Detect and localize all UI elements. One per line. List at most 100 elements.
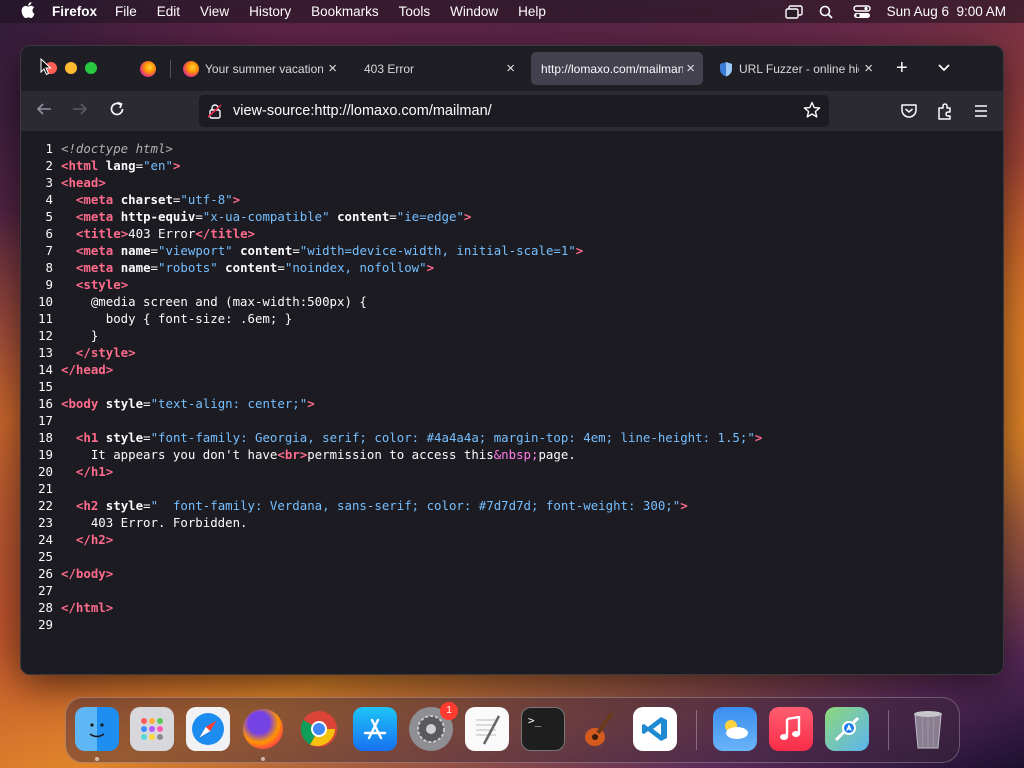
firefox-icon[interactable] <box>241 707 285 751</box>
source-line: 4 <meta charset="utf-8"> <box>21 191 1003 208</box>
app-store-icon[interactable] <box>353 707 397 751</box>
line-number: 2 <box>45 158 53 173</box>
reload-icon[interactable] <box>106 100 128 122</box>
launchpad-icon[interactable] <box>130 707 174 751</box>
line-number: 1 <box>45 141 53 156</box>
source-line: 11 body { font-size: .6em; } <box>21 310 1003 327</box>
garageband-icon[interactable] <box>577 707 621 751</box>
menu-view[interactable]: View <box>200 4 229 19</box>
bookmark-star-icon[interactable] <box>803 101 821 119</box>
pocket-icon[interactable] <box>899 101 919 121</box>
menu-tools[interactable]: Tools <box>399 4 431 19</box>
menu-history[interactable]: History <box>249 4 291 19</box>
dock-divider <box>696 710 697 750</box>
shield-favicon-icon <box>720 61 732 76</box>
line-number: 5 <box>45 209 53 224</box>
source-line: 8 <meta name="robots" content="noindex, … <box>21 259 1003 276</box>
source-code: </body> <box>61 566 114 581</box>
source-code: <title>403 Error</title> <box>75 226 256 241</box>
source-line: 12 } <box>21 327 1003 344</box>
pinned-tab-firefox-icon[interactable] <box>140 61 156 77</box>
spotlight-search-icon[interactable] <box>819 5 837 19</box>
menubar-clock[interactable]: Sun Aug 6 9:00 AM <box>887 4 1006 19</box>
control-center-icon[interactable] <box>852 4 871 19</box>
tab-bar: Your summer vacation × 403 Error × http:… <box>21 46 1003 91</box>
address-bar[interactable]: view-source:http://lomaxo.com/mailman/ <box>199 95 829 127</box>
source-line: 21 <box>21 480 1003 497</box>
source-code: </h1> <box>75 464 114 479</box>
tab-summer-vacation[interactable]: Your summer vacation × <box>173 52 345 85</box>
music-icon[interactable] <box>769 707 813 751</box>
finder-icon[interactable] <box>75 707 119 751</box>
line-number: 13 <box>38 345 53 360</box>
line-number: 6 <box>45 226 53 241</box>
menu-bookmarks[interactable]: Bookmarks <box>311 4 379 19</box>
connection-info-icon[interactable] <box>207 103 223 119</box>
trash-icon[interactable] <box>906 707 950 751</box>
source-code: <html lang="en"> <box>61 158 181 173</box>
list-all-tabs-chevron-icon[interactable] <box>937 60 951 76</box>
chrome-icon[interactable] <box>297 707 341 751</box>
system-settings-icon[interactable]: 1 <box>409 702 458 751</box>
tab-view-source-active[interactable]: http://lomaxo.com/mailman/ × <box>531 52 703 85</box>
app-name-menu[interactable]: Firefox <box>52 4 97 19</box>
source-code: <meta name="robots" content="noindex, no… <box>75 260 435 275</box>
line-number: 26 <box>38 566 53 581</box>
view-source-content: 1 <!doctype html> 2 <html lang="en"> 3 <hea… <box>21 132 1003 674</box>
line-number: 8 <box>45 260 53 275</box>
source-line: 24 </h2> <box>21 531 1003 548</box>
back-arrow-icon[interactable] <box>33 100 55 122</box>
weather-icon[interactable] <box>713 707 757 751</box>
line-number: 18 <box>38 430 53 445</box>
line-number: 17 <box>38 413 53 428</box>
source-code: It appears you don't have<br>permission … <box>61 447 576 462</box>
tab-close-icon[interactable]: × <box>686 60 695 77</box>
tab-close-icon[interactable]: × <box>506 60 515 77</box>
menu-bar: Firefox File Edit View History Bookmarks… <box>0 0 1024 23</box>
terminal-icon[interactable]: >_ <box>521 707 565 751</box>
source-line: 14 </head> <box>21 361 1003 378</box>
forward-arrow-icon[interactable] <box>69 100 91 122</box>
menu-window[interactable]: Window <box>450 4 498 19</box>
tab-separator <box>170 60 171 78</box>
navigation-toolbar: view-source:http://lomaxo.com/mailman/ <box>21 91 1003 131</box>
window-minimize-button[interactable] <box>65 62 77 74</box>
firefox-favicon-icon <box>183 60 199 77</box>
line-number: 7 <box>45 243 53 258</box>
tab-close-icon[interactable]: × <box>864 60 873 77</box>
notification-badge: 1 <box>440 702 458 720</box>
vscode-icon[interactable] <box>633 707 677 751</box>
source-line: 5 <meta http-equiv="x-ua-compatible" con… <box>21 208 1003 225</box>
safari-icon[interactable] <box>186 707 230 751</box>
line-number: 24 <box>38 532 53 547</box>
tab-label: Your summer vacation <box>205 61 323 76</box>
menu-edit[interactable]: Edit <box>157 4 180 19</box>
tab-403-error[interactable]: 403 Error × <box>351 52 523 85</box>
textedit-icon[interactable] <box>465 707 509 751</box>
source-code: <!doctype html> <box>61 141 173 156</box>
apple-menu-icon[interactable] <box>18 1 38 22</box>
dock: 1 >_ <box>65 697 960 763</box>
source-code: </style> <box>75 345 136 360</box>
line-number: 14 <box>38 362 53 377</box>
maps-icon[interactable] <box>825 707 869 751</box>
line-number: 4 <box>45 192 53 207</box>
screen-mirroring-icon[interactable] <box>784 4 803 19</box>
tab-url-fuzzer[interactable]: URL Fuzzer - online hidden × <box>709 52 881 85</box>
window-zoom-button[interactable] <box>85 62 97 74</box>
source-line: 6 <title>403 Error</title> <box>21 225 1003 242</box>
line-number: 27 <box>38 583 53 598</box>
source-line: 7 <meta name="viewport" content="width=d… <box>21 242 1003 259</box>
line-number: 21 <box>38 481 53 496</box>
source-code: <style> <box>75 277 129 292</box>
tab-label: http://lomaxo.com/mailman/ <box>541 61 683 76</box>
menu-help[interactable]: Help <box>518 4 546 19</box>
source-code <box>61 582 1003 599</box>
new-tab-plus-icon[interactable]: + <box>896 58 908 78</box>
source-line: 2 <html lang="en"> <box>21 157 1003 174</box>
extensions-puzzle-icon[interactable] <box>935 101 955 121</box>
menu-file[interactable]: File <box>115 4 137 19</box>
app-menu-hamburger-icon[interactable] <box>971 101 991 121</box>
tab-close-icon[interactable]: × <box>328 60 337 77</box>
running-indicator <box>261 757 265 761</box>
